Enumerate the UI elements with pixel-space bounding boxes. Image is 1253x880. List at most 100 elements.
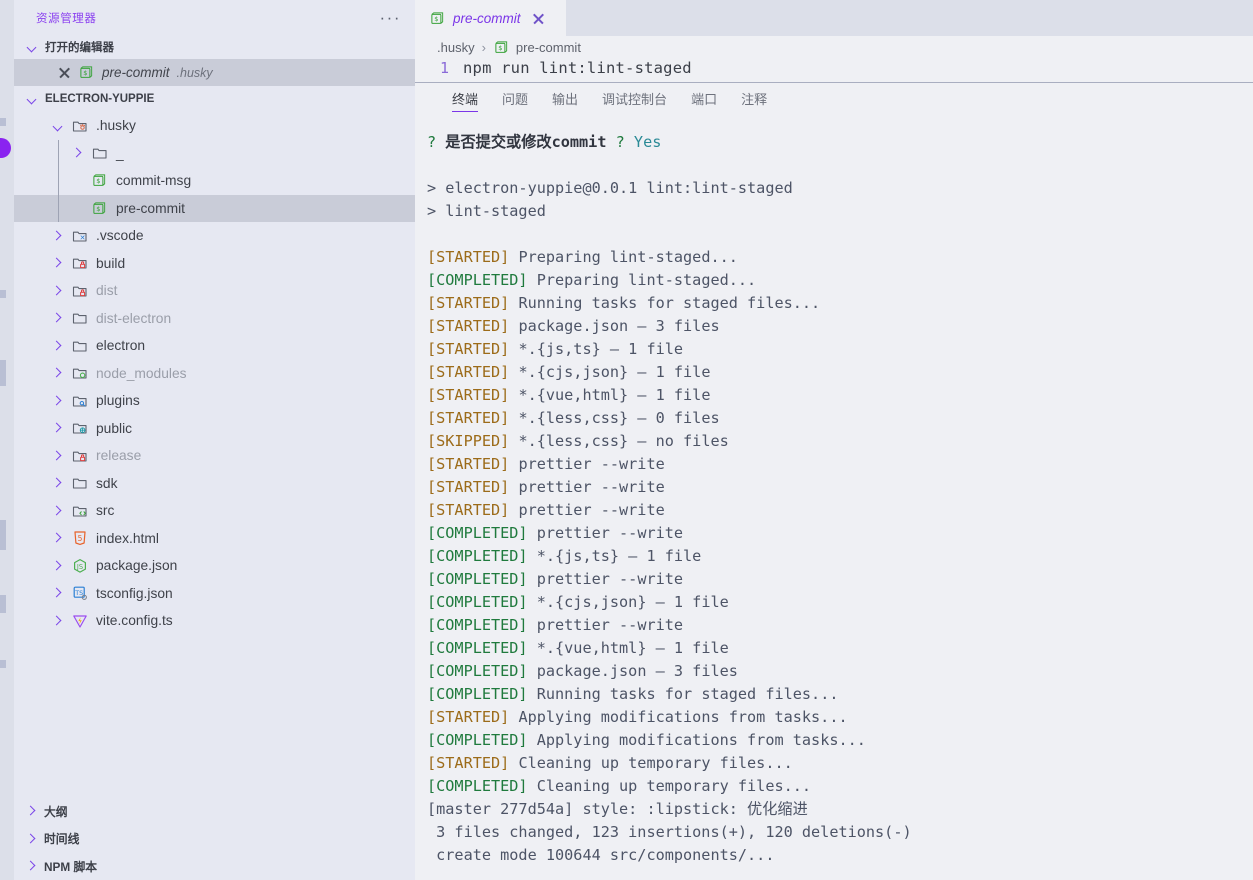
folder-lock-icon [71,282,88,299]
terminal-segment: [STARTED] [427,386,509,404]
svg-text:5: 5 [77,534,82,543]
activity-tick [0,360,6,386]
folder-vscode-icon: ✕ [71,227,88,244]
breadcrumb-item-folder[interactable]: .husky [437,40,475,55]
terminal-segment: prettier --write [509,478,664,496]
terminal-line: [master 277d54a] style: :lipstick: 优化缩进 [427,798,1253,821]
terminal-segment: Running tasks for staged files... [509,294,820,312]
tree-item-electron[interactable]: electron [14,332,415,360]
editor-code-strip[interactable]: 1 npm run lint:lint-staged [415,59,1253,82]
tree-item-label: index.html [96,531,159,546]
section-outline[interactable]: 大纲 [14,798,415,826]
terminal-segment: [COMPLETED] [427,616,528,634]
tree-item-label: build [96,256,125,271]
terminal-segment: prettier --write [528,616,683,634]
tree-item-package-json[interactable]: JSpackage.json [14,552,415,580]
tree-item-commit-msg[interactable]: $commit-msg [14,167,415,195]
terminal-segment: [STARTED] [427,409,509,427]
chevron-right-icon [50,338,67,354]
terminal-segment: [COMPLETED] [427,570,528,588]
tree-item-sdk[interactable]: sdk [14,470,415,498]
panel-tab-2[interactable]: 输出 [540,83,590,114]
explorer-title: 资源管理器 [36,10,97,26]
terminal-line: [STARTED] prettier --write [427,453,1253,476]
tree-item-tsconfig-json[interactable]: TS tsconfig.json [14,580,415,608]
shell-script-icon: $ [91,200,108,217]
chevron-right-icon [24,803,40,819]
vite-icon [71,612,88,629]
tree-item-dist-electron[interactable]: dist-electron [14,305,415,333]
tab-pre-commit[interactable]: $ pre-commit [415,0,567,36]
terminal-segment: [STARTED] [427,501,509,519]
terminal-segment: ? [616,133,634,151]
section-npm-scripts[interactable]: NPM 脚本 [14,853,415,880]
terminal-segment: *.{vue,html} — 1 file [528,639,729,657]
chevron-right-icon [50,228,67,244]
close-icon[interactable] [532,12,545,25]
terminal-line: [STARTED] *.{cjs,json} — 1 file [427,361,1253,384]
tree-item-plugins[interactable]: plugins [14,387,415,415]
terminal-line: [COMPLETED] prettier --write [427,614,1253,637]
svg-text:✕: ✕ [79,234,85,242]
svg-text:$: $ [434,14,438,22]
section-open-editors[interactable]: 打开的编辑器 [14,35,415,59]
chevron-right-icon [50,530,67,546]
tree-item-src[interactable]: src [14,497,415,525]
tree-item-node-modules[interactable]: node_modules [14,360,415,388]
explorer-more-actions-icon[interactable]: ··· [380,14,401,22]
terminal-segment: Preparing lint-staged... [528,271,757,289]
tree-item-build[interactable]: build [14,250,415,278]
panel-tab-4[interactable]: 端口 [679,83,729,114]
breadcrumb: .husky › $ pre-commit [415,36,1253,59]
tree-item-vscode[interactable]: ✕.vscode [14,222,415,250]
tree-item-label: pre-commit [116,201,185,216]
tree-item-label: public [96,421,132,436]
terminal-segment: [STARTED] [427,317,509,335]
shell-script-icon: $ [91,172,108,189]
section-project-root[interactable]: ELECTRON-YUPPIE [14,86,415,112]
terminal-segment: package.json — 3 files [528,662,738,680]
panel-tab-0[interactable]: 终端 [440,83,490,114]
close-icon[interactable] [58,66,71,79]
tab-label: pre-commit [453,11,521,26]
activity-tick [0,595,6,613]
terminal-output[interactable]: ? 是否提交或修改commit ? Yes > electron-yuppie@… [415,113,1253,880]
explorer-header: 资源管理器 ··· [14,0,415,35]
folder-icon [71,310,88,327]
panel-tab-5[interactable]: 注释 [729,83,779,114]
terminal-segment: Applying modifications from tasks... [528,731,866,749]
terminal-line: [STARTED] *.{js,ts} — 1 file [427,338,1253,361]
tree-indent-guide [58,167,59,195]
tree-item-index-html[interactable]: 5 index.html [14,525,415,553]
terminal-segment: [COMPLETED] [427,777,528,795]
activity-bar [0,0,14,880]
tree-item-label: dist-electron [96,311,171,326]
tree-item-dist[interactable]: dist [14,277,415,305]
svg-text:$: $ [96,177,100,185]
terminal-line: create mode 100644 src/components/... [427,844,1253,867]
section-timeline[interactable]: 时间线 [14,825,415,853]
tree-item-release[interactable]: release [14,442,415,470]
shell-script-icon: $ [429,10,446,27]
open-editor-folder: .husky [177,66,213,80]
terminal-segment: [STARTED] [427,294,509,312]
tree-item-vite-config-ts[interactable]: vite.config.ts [14,607,415,635]
tree-item-public[interactable]: public [14,415,415,443]
panel-tab-3[interactable]: 调试控制台 [590,83,679,114]
terminal-line: [STARTED] *.{less,css} — 0 files [427,407,1253,430]
tree-item-label: package.json [96,558,177,573]
tree-item-husky[interactable]: .husky [14,112,415,140]
open-editor-item[interactable]: $ pre-commit .husky [14,59,415,86]
breadcrumb-item-file[interactable]: pre-commit [516,40,581,55]
terminal-segment: [STARTED] [427,455,509,473]
tree-item-[interactable]: _ [14,140,415,168]
terminal-segment: prettier --write [528,570,683,588]
chevron-right-icon [50,420,67,436]
terminal-segment: [COMPLETED] [427,662,528,680]
tree-item-pre-commit[interactable]: $ pre-commit [14,195,415,223]
folder-lock-icon [71,255,88,272]
panel-tab-1[interactable]: 问题 [490,83,540,114]
terminal-line: 3 files changed, 123 insertions(+), 120 … [427,821,1253,844]
tree-item-label: release [96,448,141,463]
chevron-right-icon [50,255,67,271]
